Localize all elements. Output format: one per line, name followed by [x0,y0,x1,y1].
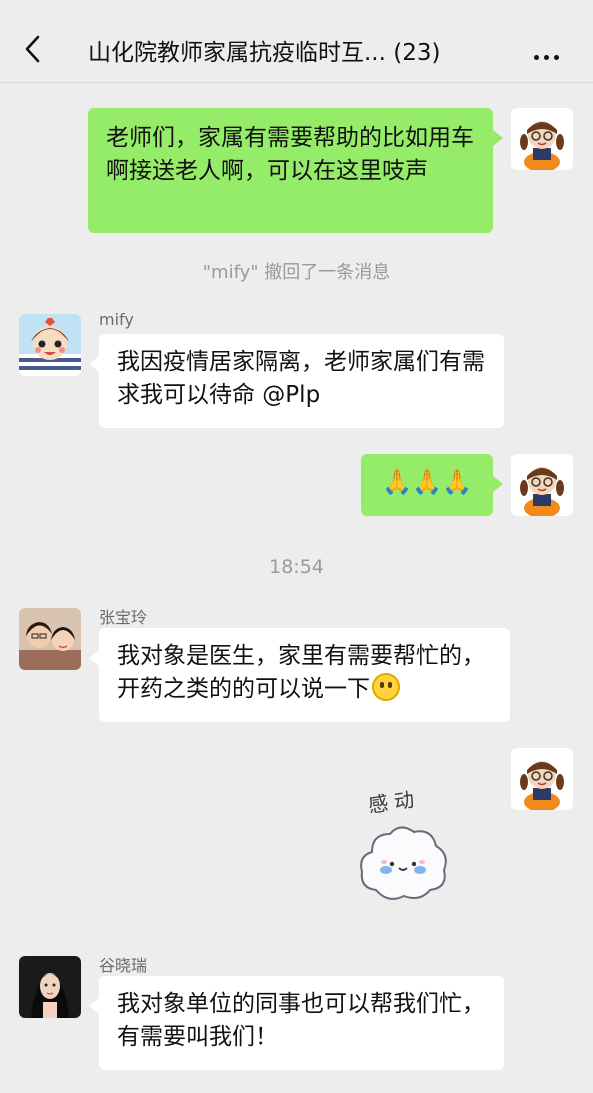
sticker-touched[interactable]: 感动 [352,784,452,910]
sticker-caption: 感动 [366,786,422,818]
chat-title: 山化院教师家属抗疫临时互... (23) [88,33,488,67]
more-options-icon[interactable] [534,45,564,64]
member-count: (23) [393,40,441,66]
outgoing-emoji-bubble[interactable]: 🙏🙏🙏 [361,454,503,516]
incoming-message-bubble[interactable]: 我对象是医生，家里有需要帮忙的，开药之类的的可以说一下 [89,628,510,722]
crying-cloud-sticker-icon [360,826,447,900]
incoming-message-bubble[interactable]: 我因疫情居家隔离，老师家属们有需求我可以待命 @Plp [89,334,504,428]
sender-name: 谷晓瑞 [99,956,148,975]
my-avatar[interactable] [511,748,573,810]
chat-header: 山化院教师家属抗疫临时互... (23) [0,0,593,83]
praying-hands-emoji: 🙏🙏🙏 [382,468,472,496]
recall-notice: "mify" 撤回了一条消息 [202,262,391,283]
group-name: 山化院教师家属抗疫临时互... [88,40,386,66]
sender-name: mify [99,310,134,329]
my-avatar[interactable] [511,108,573,170]
my-avatar[interactable] [511,454,573,516]
avatar-zhang-baoling[interactable] [19,608,81,670]
timestamp: 18:54 [269,556,324,578]
avatar-mify[interactable] [19,314,81,376]
incoming-message-bubble[interactable]: 我对象单位的同事也可以帮我们忙，有需要叫我们！ [89,976,504,1070]
avatar-gu-xiaorui[interactable] [19,956,81,1018]
back-arrow-icon[interactable] [22,34,46,64]
sender-name: 张宝玲 [99,608,148,627]
smile-emoji-icon [372,673,400,701]
message-text: 我对象是医生，家里有需要帮忙的，开药之类的的可以说一下 [117,643,485,702]
outgoing-message-bubble[interactable]: 老师们，家属有需要帮助的比如用车啊接送老人啊，可以在这里吱声 [88,108,503,233]
